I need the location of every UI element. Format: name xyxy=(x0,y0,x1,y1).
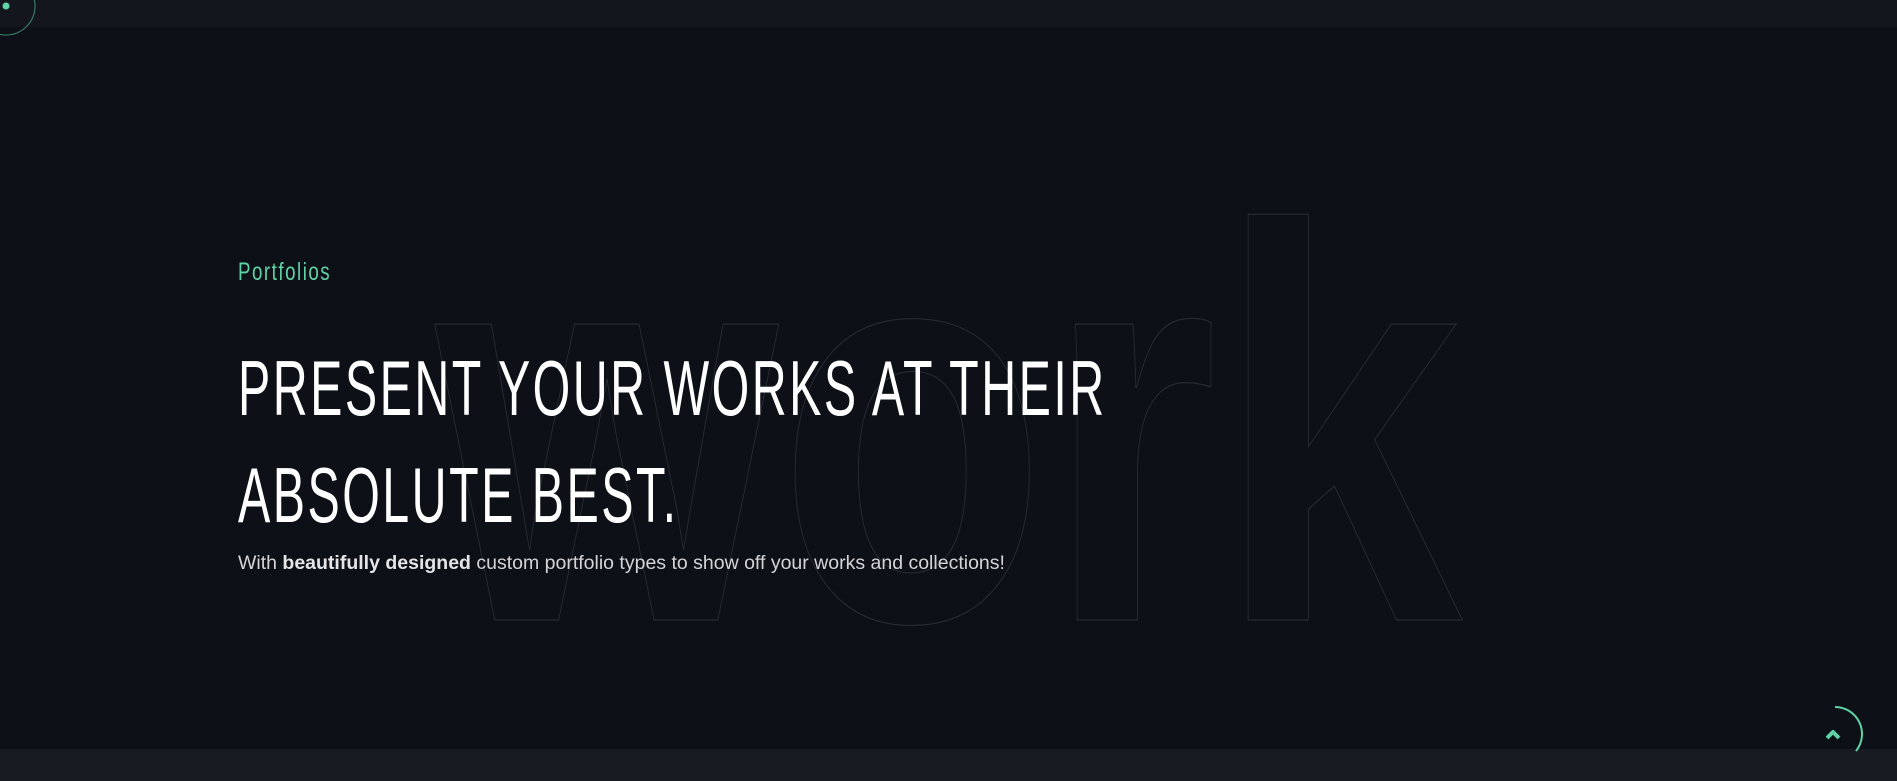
title-line-1: PRESENT YOUR WORKS AT THEIR xyxy=(238,344,1107,432)
subtitle-rest: custom portfolio types to show off your … xyxy=(470,552,1005,574)
scroll-to-top-button[interactable] xyxy=(1800,700,1870,770)
chevron-up-icon xyxy=(1825,730,1841,740)
subtitle-bold: beautifully designed xyxy=(282,552,471,574)
title-line-2: ABSOLUTE BEST. xyxy=(238,451,679,539)
page-title: PRESENT YOUR WORKS AT THEIR ABSOLUTE BES… xyxy=(238,335,1107,549)
cursor-circle-icon xyxy=(0,0,36,36)
section-eyebrow: Portfolios xyxy=(238,258,332,286)
subtitle-prefix: With xyxy=(238,552,283,574)
next-section xyxy=(0,749,1897,781)
hero-subtitle: With beautifully designed custom portfol… xyxy=(238,552,1005,575)
